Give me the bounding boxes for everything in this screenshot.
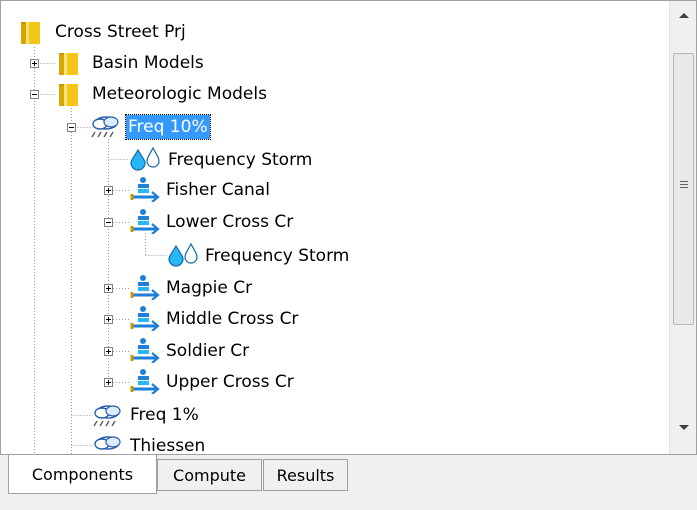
grip-line bbox=[680, 187, 688, 188]
tree-label-freq1[interactable]: Freq 1% bbox=[128, 403, 201, 427]
expand-icon[interactable] bbox=[104, 347, 113, 356]
folder-icon bbox=[59, 53, 78, 75]
scroll-up-button[interactable] bbox=[670, 1, 696, 29]
grip-line bbox=[680, 184, 688, 185]
subbasin-icon bbox=[130, 306, 160, 331]
tree-label-freq10-storm[interactable]: Frequency Storm bbox=[166, 148, 314, 172]
tree-label-root[interactable]: Cross Street Prj bbox=[53, 20, 188, 44]
tree-label-magpie[interactable]: Magpie Cr bbox=[164, 276, 254, 300]
folder-icon bbox=[21, 22, 40, 44]
tree-label-soldier[interactable]: Soldier Cr bbox=[164, 339, 251, 363]
scroll-down-button[interactable] bbox=[670, 414, 696, 442]
tree-label-basin-models[interactable]: Basin Models bbox=[90, 51, 206, 75]
meteorologic-model-icon bbox=[91, 116, 119, 138]
scrollbar-thumb[interactable] bbox=[673, 53, 694, 325]
subbasin-icon bbox=[130, 209, 160, 234]
expand-icon[interactable] bbox=[104, 378, 113, 387]
tree-label-fisher-canal[interactable]: Fisher Canal bbox=[164, 178, 272, 202]
folder-icon bbox=[59, 84, 78, 106]
subbasin-icon bbox=[130, 177, 160, 202]
tree-label-lower-cross[interactable]: Lower Cross Cr bbox=[164, 210, 295, 234]
scroll-down-icon bbox=[678, 425, 689, 430]
tree-label-middle-cross[interactable]: Middle Cross Cr bbox=[164, 307, 300, 331]
scroll-up-icon bbox=[678, 13, 689, 18]
tree-label-freq10[interactable]: Freq 10% bbox=[125, 114, 211, 140]
precipitation-icon bbox=[168, 243, 198, 267]
explorer-tab-bar: Components Compute Results bbox=[0, 455, 697, 510]
tree-label-thiessen[interactable]: Thiessen bbox=[128, 434, 207, 454]
tree-label-upper-cross[interactable]: Upper Cross Cr bbox=[164, 370, 296, 394]
meteorologic-model-icon bbox=[93, 405, 121, 427]
grip-line bbox=[680, 181, 688, 182]
tree-label-lower-cross-storm[interactable]: Frequency Storm bbox=[203, 244, 351, 268]
vertical-scrollbar[interactable] bbox=[669, 1, 696, 454]
collapse-icon[interactable] bbox=[67, 123, 76, 132]
tab-results[interactable]: Results bbox=[263, 459, 348, 491]
expand-icon[interactable] bbox=[104, 284, 113, 293]
tab-components[interactable]: Components bbox=[8, 455, 157, 494]
subbasin-icon bbox=[130, 275, 160, 300]
subbasin-icon bbox=[130, 369, 160, 394]
meteorologic-model-icon bbox=[94, 436, 121, 450]
subbasin-icon bbox=[130, 338, 160, 363]
expand-icon[interactable] bbox=[104, 315, 113, 324]
collapse-icon[interactable] bbox=[104, 218, 113, 227]
tree-view[interactable]: Cross Street Prj Basin Models Meteorolog… bbox=[1, 1, 667, 454]
expand-icon[interactable] bbox=[30, 59, 39, 68]
collapse-icon[interactable] bbox=[30, 90, 39, 99]
tab-compute[interactable]: Compute bbox=[157, 459, 262, 491]
expand-icon[interactable] bbox=[104, 186, 113, 195]
precipitation-icon bbox=[130, 147, 160, 171]
tree-label-meteorologic-models[interactable]: Meteorologic Models bbox=[90, 82, 269, 106]
watershed-explorer-tree[interactable]: Cross Street Prj Basin Models Meteorolog… bbox=[0, 0, 697, 455]
